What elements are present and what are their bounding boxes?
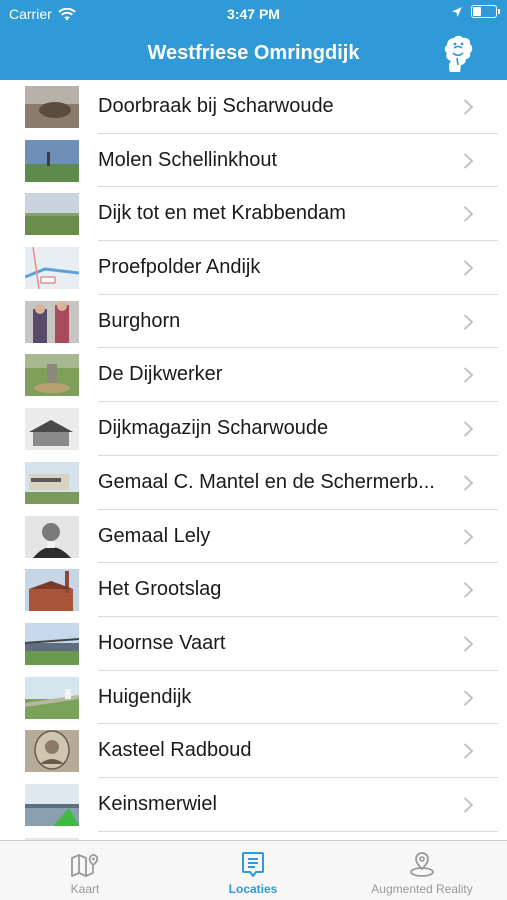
location-thumbnail: [25, 300, 79, 343]
list-item-label: Dijkmagazijn Scharwoude: [98, 417, 329, 440]
list-item-label: Burghorn: [98, 309, 181, 332]
list-item[interactable]: Het Grootslag: [0, 563, 507, 617]
tab-label: Kaart: [70, 882, 100, 896]
nav-bar: Westfriese Omringdijk: [0, 28, 507, 80]
page-title: Westfriese Omringdijk: [147, 42, 360, 64]
location-arrow-icon: [452, 6, 462, 17]
location-thumbnail: [25, 139, 79, 182]
chevron-right-icon: [464, 314, 473, 330]
tab-label: Augmented Reality: [371, 882, 473, 896]
list-item-label: [98, 832, 450, 840]
chevron-right-icon: [464, 99, 473, 115]
tab-locaties[interactable]: Locaties: [203, 841, 303, 900]
westfriese-logo-icon[interactable]: [441, 34, 475, 74]
chevron-right-icon: [464, 206, 473, 222]
chevron-right-icon: [464, 743, 473, 759]
chevron-right-icon: [464, 529, 473, 544]
status-bar: Carrier 3:47 PM: [0, 0, 507, 28]
location-thumbnail: [25, 783, 79, 826]
chevron-right-icon: [464, 636, 473, 652]
chevron-right-icon: [464, 475, 473, 491]
chevron-right-icon: [464, 260, 473, 276]
location-thumbnail: [25, 247, 79, 290]
list-item[interactable]: Dijk tot en met Krabbendam: [0, 187, 507, 242]
chevron-right-icon: [464, 797, 473, 813]
tab-bar: Kaart Locaties Augmented Reality: [0, 840, 507, 900]
list-item[interactable]: [0, 832, 507, 840]
chevron-right-icon: [464, 421, 473, 437]
location-list[interactable]: Doorbraak bij Scharwoude Molen Schellinkh…: [0, 80, 507, 840]
list-item[interactable]: Proefpolder Andijk: [0, 241, 507, 295]
list-item[interactable]: De Dijkwerker: [0, 348, 507, 403]
list-item[interactable]: Kasteel Radboud: [0, 724, 507, 778]
chevron-right-icon: [464, 582, 473, 598]
list-item[interactable]: Doorbraak bij Scharwoude: [0, 80, 507, 134]
list-item[interactable]: Gemaal Lely: [0, 510, 507, 564]
list-item-label: Gemaal Lely: [98, 524, 211, 547]
list-item-label: Keinsmerwiel: [98, 792, 217, 815]
list-item[interactable]: Molen Schellinkhout: [0, 134, 507, 188]
chevron-right-icon: [464, 690, 473, 706]
list-item-label: Doorbraak bij Scharwoude: [98, 95, 334, 117]
list-item[interactable]: Keinsmerwiel: [0, 778, 507, 832]
list-item-label: De Dijkwerker: [98, 363, 223, 386]
list-item[interactable]: Dijkmagazijn Scharwoude: [0, 402, 507, 456]
location-thumbnail: [25, 622, 79, 665]
location-pin-icon: [410, 852, 434, 877]
battery-level: [473, 7, 482, 16]
list-item-label: Kasteel Radboud: [98, 739, 252, 762]
list-item-label: Gemaal C. Mantel en de Schermerb...: [98, 470, 435, 493]
location-thumbnail: [25, 408, 79, 451]
chevron-right-icon: [464, 367, 473, 383]
chevron-right-icon: [464, 153, 473, 169]
tab-kaart[interactable]: Kaart: [35, 841, 135, 900]
location-thumbnail: [25, 354, 79, 397]
list-item-label: Huigendijk: [98, 685, 192, 708]
list-item[interactable]: Hoornse Vaart: [0, 617, 507, 671]
list-item-label: Het Grootslag: [98, 578, 222, 601]
location-thumbnail: [25, 569, 79, 612]
location-thumbnail: [25, 730, 79, 773]
battery-icon: [471, 5, 500, 18]
location-thumbnail: [25, 86, 79, 128]
list-item-label: Molen Schellinkhout: [98, 148, 277, 171]
list-item-label: Hoornse Vaart: [98, 631, 226, 654]
location-thumbnail: [25, 461, 79, 504]
location-thumbnail: [25, 193, 79, 236]
status-right: [451, 5, 500, 18]
location-thumbnail: [25, 676, 79, 719]
tab-label: Locaties: [228, 882, 278, 896]
location-thumbnail: [25, 515, 79, 558]
status-time: 3:47 PM: [227, 6, 280, 22]
top-bar: Carrier 3:47 PM Westfriese Omringdijk: [0, 0, 507, 80]
list-item-label: Dijk tot en met Krabbendam: [98, 202, 346, 225]
list-item[interactable]: Gemaal C. Mantel en de Schermerb...: [0, 456, 507, 510]
list-item-label: Proefpolder Andijk: [98, 256, 261, 279]
list-item[interactable]: Huigendijk: [0, 671, 507, 725]
list-icon: [242, 852, 264, 877]
list-item[interactable]: Burghorn: [0, 295, 507, 349]
map-icon: [71, 853, 99, 877]
tab-augmented-reality[interactable]: Augmented Reality: [352, 841, 492, 900]
